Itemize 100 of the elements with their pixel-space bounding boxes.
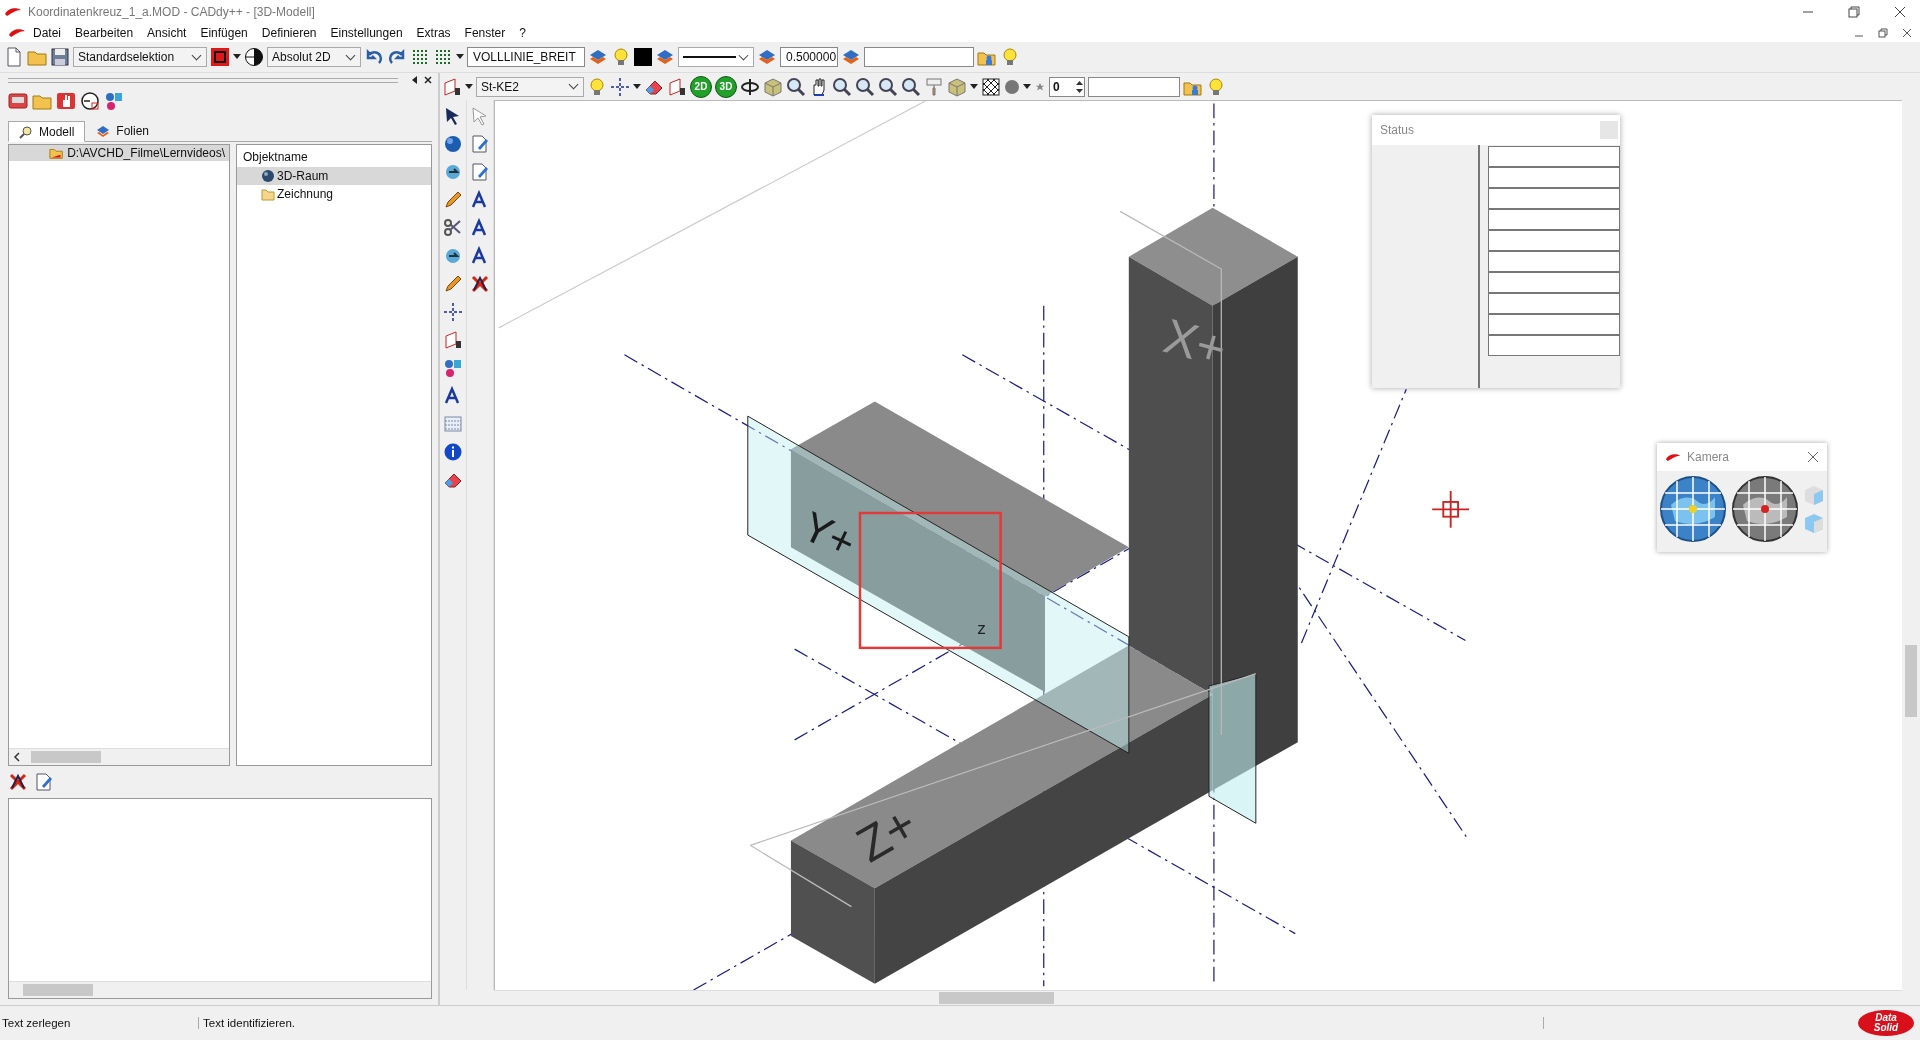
close-icon[interactable] xyxy=(1902,28,1912,38)
cross-out-icon[interactable] xyxy=(470,274,490,294)
restore-icon[interactable] xyxy=(1878,28,1888,38)
object-item[interactable]: 3D-Raum xyxy=(237,167,431,185)
value-field[interactable] xyxy=(1488,167,1620,188)
hatch-icon[interactable] xyxy=(981,76,1001,97)
zoom-icon[interactable] xyxy=(901,76,921,97)
close-icon[interactable] xyxy=(1894,6,1906,18)
menu-item[interactable]: Extras xyxy=(409,26,458,40)
axis-label: Y+ xyxy=(795,502,863,567)
selection-mode-dropdown[interactable]: Standardselektion xyxy=(73,47,207,67)
caret-icon[interactable] xyxy=(233,54,241,60)
dot-grid-icon[interactable] xyxy=(433,47,453,67)
monitor-icon[interactable] xyxy=(8,91,28,111)
caret-icon[interactable] xyxy=(970,83,978,90)
plane-icon[interactable] xyxy=(443,330,463,350)
half-filled-circle-icon[interactable] xyxy=(244,47,264,67)
scroll-left-icon[interactable] xyxy=(12,752,22,762)
sphere-icon[interactable] xyxy=(443,134,463,154)
plane-icon[interactable] xyxy=(667,76,687,97)
lightbulb-icon[interactable] xyxy=(1000,47,1020,67)
edit-page-icon[interactable] xyxy=(34,772,54,792)
zoom-icon[interactable] xyxy=(878,76,898,97)
zoom-icon[interactable] xyxy=(855,76,875,97)
lightbulb-icon[interactable] xyxy=(1206,76,1226,97)
restore-icon[interactable] xyxy=(1848,6,1860,18)
globe-icon[interactable] xyxy=(1731,475,1799,543)
menu-item[interactable]: Einstellungen xyxy=(323,26,410,40)
globe-icon[interactable] xyxy=(1659,475,1727,543)
close-icon[interactable] xyxy=(424,76,432,84)
pencil-icon[interactable] xyxy=(443,274,463,294)
panel-tab[interactable]: Modell xyxy=(8,121,86,142)
cross-out-icon[interactable] xyxy=(8,772,28,792)
plane-icon[interactable] xyxy=(442,76,462,97)
edit-page-icon[interactable] xyxy=(470,162,490,182)
object-item[interactable]: Zeichnung xyxy=(237,185,431,203)
save-icon[interactable] xyxy=(50,47,70,67)
line-width-field[interactable]: 0.500000 xyxy=(780,47,838,67)
tree-item[interactable]: D:\AVCHD_Filme\Lernvideos\ xyxy=(9,145,229,161)
dashed-axes-icon[interactable] xyxy=(610,76,630,97)
menu-item[interactable]: Einfügen xyxy=(193,26,255,40)
scrollbar[interactable] xyxy=(9,981,431,998)
menu-item[interactable]: Fenster xyxy=(457,26,513,40)
dot-grid-icon[interactable] xyxy=(410,47,430,67)
line-type-field[interactable]: VOLLLINIE_BREIT xyxy=(467,47,585,67)
value-field[interactable] xyxy=(1488,251,1620,272)
info-icon[interactable] xyxy=(443,442,463,462)
value-field[interactable] xyxy=(1488,188,1620,209)
empty-input-field[interactable] xyxy=(864,47,974,67)
column-header: Objektname xyxy=(242,149,309,166)
value-field[interactable] xyxy=(1488,272,1620,293)
menu-item[interactable]: Datei xyxy=(26,26,68,40)
shapes-icon[interactable] xyxy=(104,91,124,111)
dashed-axes-icon[interactable] xyxy=(443,302,463,322)
layers-icon[interactable] xyxy=(655,47,675,67)
zoom-icon[interactable] xyxy=(786,76,806,97)
edit-page-icon[interactable] xyxy=(470,134,490,154)
status-text: Text zerlegen xyxy=(0,1017,199,1029)
company-logo: Data Solid xyxy=(1858,1010,1914,1036)
caret-icon[interactable] xyxy=(465,83,473,90)
selection-square-icon[interactable] xyxy=(210,47,230,67)
menu-item[interactable]: ? xyxy=(512,26,533,40)
sphere-icon[interactable] xyxy=(1004,78,1020,95)
caret-icon[interactable] xyxy=(456,54,464,60)
collapse-icon[interactable] xyxy=(412,76,418,84)
caret-icon[interactable] xyxy=(1023,83,1031,90)
layers-icon[interactable] xyxy=(588,47,608,67)
layers-icon[interactable] xyxy=(841,47,861,67)
document-logo-icon xyxy=(8,28,26,38)
caret-icon[interactable] xyxy=(633,83,641,90)
value-field[interactable] xyxy=(1488,293,1620,314)
zoom-icon[interactable] xyxy=(832,76,852,97)
shapes-icon[interactable] xyxy=(443,358,463,378)
scissors-icon[interactable] xyxy=(443,218,463,238)
coordinate-system-dropdown[interactable]: St-KE2 xyxy=(476,76,584,97)
menu-item[interactable]: Bearbeiten xyxy=(68,26,141,40)
menu-item[interactable]: Ansicht xyxy=(140,26,194,40)
spinner-field[interactable]: 0 xyxy=(1049,76,1085,97)
empty-input-field[interactable] xyxy=(1088,76,1180,97)
value-field[interactable] xyxy=(1488,314,1620,335)
refresh-icon[interactable] xyxy=(443,162,463,182)
clock-icon[interactable] xyxy=(80,91,100,111)
panel-tab[interactable]: Folien xyxy=(85,121,161,141)
refresh-icon[interactable] xyxy=(443,246,463,266)
pencil-icon[interactable] xyxy=(443,190,463,210)
scrollbar[interactable] xyxy=(9,748,229,765)
coordinate-mode-dropdown[interactable]: Absolut 2D xyxy=(267,47,361,67)
lightbulb-icon[interactable] xyxy=(587,76,607,97)
value-field[interactable] xyxy=(1488,146,1620,167)
line-style-dropdown[interactable] xyxy=(678,47,754,67)
hand-cursor-icon[interactable] xyxy=(56,91,76,111)
value-field[interactable] xyxy=(1488,209,1620,230)
new-file-icon[interactable] xyxy=(4,47,24,67)
value-field[interactable] xyxy=(1488,335,1620,356)
layers-icon[interactable] xyxy=(757,47,777,67)
color-swatch[interactable] xyxy=(634,48,652,66)
rotate-icon[interactable] xyxy=(740,76,760,97)
value-field[interactable] xyxy=(1488,230,1620,251)
lightbulb-icon[interactable] xyxy=(611,47,631,67)
menu-item[interactable]: Definieren xyxy=(254,26,324,40)
